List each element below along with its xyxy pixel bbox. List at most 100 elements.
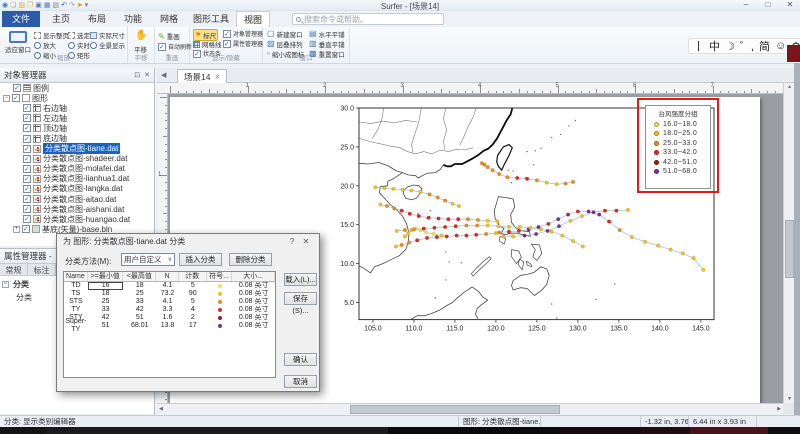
tab-close-icon[interactable]: ✕ — [214, 73, 220, 81]
classification-dialog[interactable]: 为 图形: 分类散点图-tiane.dat 分类 ? ✕ 分类方法(M): 用户… — [56, 233, 320, 392]
import-icon[interactable]: ❐ — [27, 1, 33, 10]
column-header[interactable]: <最高值 — [123, 272, 156, 281]
tab-scroll-left-icon[interactable]: ◀ — [161, 71, 166, 79]
zoom-realtime-button[interactable]: 实时 — [68, 40, 90, 50]
collapse-icon[interactable]: − — [3, 95, 10, 102]
redo-icon[interactable]: ↷ — [69, 1, 75, 10]
class-row[interactable]: TS182573.2900.08 英寸 — [64, 290, 275, 298]
tree-item[interactable]: 右边轴 — [0, 103, 154, 113]
maximize-button[interactable]: □ — [760, 0, 776, 9]
quick-access-dropdown-icon[interactable]: ▾ — [85, 1, 89, 10]
ime-item-5[interactable]: ☺ — [775, 40, 786, 52]
gridlines-toggle[interactable]: 网格线 — [193, 39, 222, 49]
tab-home[interactable]: 主页 — [44, 11, 78, 27]
actual-size-button[interactable]: 实际尺寸 — [90, 30, 125, 40]
checkbox-icon[interactable] — [13, 84, 21, 92]
select-button[interactable]: 选定 — [68, 30, 90, 40]
tree-item[interactable]: 分类散点图-molafei.dat — [0, 164, 154, 174]
scrollbar-thumb[interactable] — [785, 220, 794, 278]
pan-button[interactable]: ✋ — [135, 30, 147, 41]
class-row[interactable]: TY33423.340.08 英寸 — [64, 306, 275, 314]
undo-icon[interactable]: ↶ — [61, 1, 67, 10]
print-icon[interactable]: ▧ — [53, 1, 60, 10]
checkbox-icon[interactable] — [23, 185, 31, 193]
dialog-help-icon[interactable]: ? — [285, 237, 299, 246]
checkbox-icon[interactable] — [23, 155, 31, 163]
select-cursor-icon[interactable]: ➤ — [77, 1, 83, 10]
pm-tab-general[interactable]: 常规 — [0, 263, 28, 276]
tree-item[interactable]: 分类散点图-shadeer.dat — [0, 154, 154, 164]
show-page-button[interactable]: 显示整页 — [34, 30, 69, 40]
ime-item-0[interactable]: 丨 — [693, 38, 704, 54]
minimize-button[interactable]: – — [738, 0, 754, 9]
checkbox-icon[interactable] — [23, 215, 31, 223]
close-panel-icon[interactable]: ✕ — [144, 71, 150, 79]
class-row[interactable]: STY42511.620.08 英寸 — [64, 314, 275, 322]
column-header[interactable]: Name — [64, 272, 88, 281]
horizontal-scrollbar[interactable]: ◀ ▶ — [157, 403, 783, 414]
tree-item[interactable]: 左边轴 — [0, 113, 154, 123]
method-dropdown[interactable]: 用户自定义 ∨ — [121, 253, 175, 266]
document-tab[interactable]: 场景14 ✕ — [177, 69, 227, 83]
tree-item[interactable]: 顶边轴 — [0, 123, 154, 133]
column-header[interactable]: 计数 — [179, 272, 207, 281]
dialog-close-icon[interactable]: ✕ — [299, 237, 313, 246]
insert-class-button[interactable]: 插入分类 — [179, 253, 222, 266]
command-search-input[interactable]: 搜索命令或帮助。 — [292, 13, 444, 25]
quick-access-toolbar[interactable]: ◉❏▨❐▣▦▧↶↷➤▾ — [2, 1, 88, 10]
auto-refresh-checkbox[interactable]: 自动刷新 — [158, 42, 192, 51]
scroll-right-icon[interactable]: ▶ — [777, 406, 781, 412]
checkbox-icon[interactable] — [23, 195, 31, 203]
open-folder-icon[interactable]: ▨ — [18, 1, 25, 10]
tile-horizontal-button[interactable]: ▤水平平铺 — [309, 29, 345, 39]
class-row[interactable]: Super-TY5168.0113.8170.08 英寸 — [64, 322, 275, 330]
tile-vertical-button[interactable]: ▥垂直平铺 — [309, 39, 345, 49]
checkbox-icon[interactable] — [23, 135, 31, 143]
checkbox-icon[interactable] — [23, 175, 31, 183]
tree-item[interactable]: 分类散点图-langka.dat — [0, 184, 154, 194]
scrollbar-thumb[interactable] — [350, 405, 560, 414]
column-header[interactable]: 大小... — [232, 272, 275, 281]
tree-item[interactable]: 分类散点图-huangao.dat — [0, 214, 154, 224]
ime-item-3[interactable]: ゜, — [740, 38, 754, 54]
surfer-app-icon[interactable]: ◉ — [2, 1, 8, 10]
save-icon[interactable]: ▣ — [35, 1, 42, 10]
zoom-in-button[interactable]: 放大 — [34, 40, 56, 50]
cascade-button[interactable]: ▨层叠排列 — [267, 39, 303, 49]
column-header[interactable]: 符号... — [207, 272, 233, 281]
checkbox-icon[interactable] — [23, 104, 31, 112]
input-method-bar[interactable]: 丨中☽゜,简☺⚙ — [688, 38, 800, 54]
checkbox-icon[interactable] — [23, 114, 31, 122]
property-manager-checkbox[interactable]: 属性管理器 — [223, 39, 263, 48]
save-button[interactable]: 保存(S)... — [284, 292, 317, 305]
delete-class-button[interactable]: 删除分类 — [229, 253, 272, 266]
tab-features[interactable]: 功能 — [116, 11, 150, 27]
pin-icon[interactable]: ⊡ — [134, 71, 140, 79]
dialog-title-bar[interactable]: 为 图形: 分类散点图-tiane.dat 分类 ? ✕ — [57, 234, 319, 249]
class-row[interactable]: TD16184.150.08 英寸 — [64, 282, 275, 290]
new-window-button[interactable]: ▢新建窗口 — [267, 29, 303, 39]
class-table[interactable]: Name>=最小值<最高值N计数符号...大小... TD16184.150.0… — [63, 271, 276, 378]
tree-item[interactable]: 分类散点图-tiane.dat — [0, 144, 154, 154]
column-header[interactable]: >=最小值 — [88, 272, 124, 281]
column-header[interactable]: N — [156, 272, 179, 281]
tree-item[interactable]: 分类散点图-aishani.dat — [0, 204, 154, 214]
tab-grid[interactable]: 网格 — [152, 11, 186, 27]
checkbox-icon[interactable] — [22, 225, 30, 233]
tree-item[interactable]: 图例 — [0, 83, 154, 93]
checkbox-icon[interactable] — [23, 124, 31, 132]
full-view-button[interactable]: 全景显示 — [90, 40, 125, 50]
expand-icon[interactable]: + — [13, 226, 20, 233]
tree-item[interactable]: 分类散点图-lianhua1.dat — [0, 174, 154, 184]
tree-item[interactable]: 分类散点图-aitao.dat — [0, 194, 154, 204]
checkbox-icon[interactable] — [12, 94, 20, 102]
checkbox-icon[interactable] — [23, 145, 31, 153]
scroll-down-icon[interactable]: ▼ — [787, 396, 792, 402]
tree-item[interactable]: 底边轴 — [0, 133, 154, 143]
class-row[interactable]: STS25334.150.08 英寸 — [64, 298, 275, 306]
redraw-button[interactable]: ✎重画 — [158, 31, 180, 41]
ime-item-4[interactable]: 简 — [759, 38, 770, 54]
checkbox-icon[interactable] — [23, 165, 31, 173]
collapse-icon[interactable]: − — [2, 281, 9, 288]
object-manager-checkbox[interactable]: 对象管理器 — [223, 29, 263, 38]
